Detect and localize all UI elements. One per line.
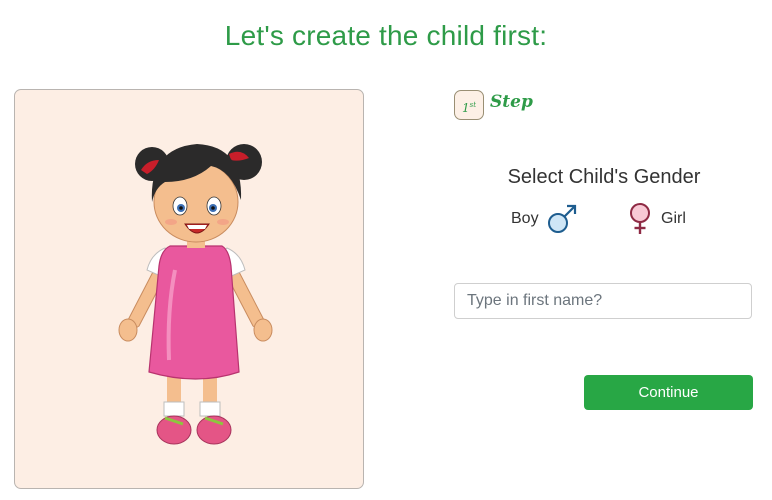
child-preview-card: [14, 89, 364, 489]
continue-button[interactable]: Continue: [584, 375, 753, 410]
gender-heading: Select Child's Gender: [507, 166, 701, 188]
girl-label: Girl: [661, 210, 686, 227]
male-symbol-icon: [547, 204, 576, 233]
pink-dress: [148, 245, 240, 380]
first-name-input[interactable]: [454, 283, 752, 319]
gender-option-girl[interactable]: Girl: [627, 203, 686, 235]
page-title: Let's create the child first:: [224, 20, 548, 51]
boy-label: Boy: [511, 210, 539, 227]
step-number-badge: 1st: [454, 90, 484, 120]
child-avatar-illustration: [118, 144, 273, 445]
gender-option-boy[interactable]: Boy: [511, 203, 579, 235]
step-label: Step: [490, 92, 533, 112]
female-symbol-icon: [630, 203, 650, 234]
